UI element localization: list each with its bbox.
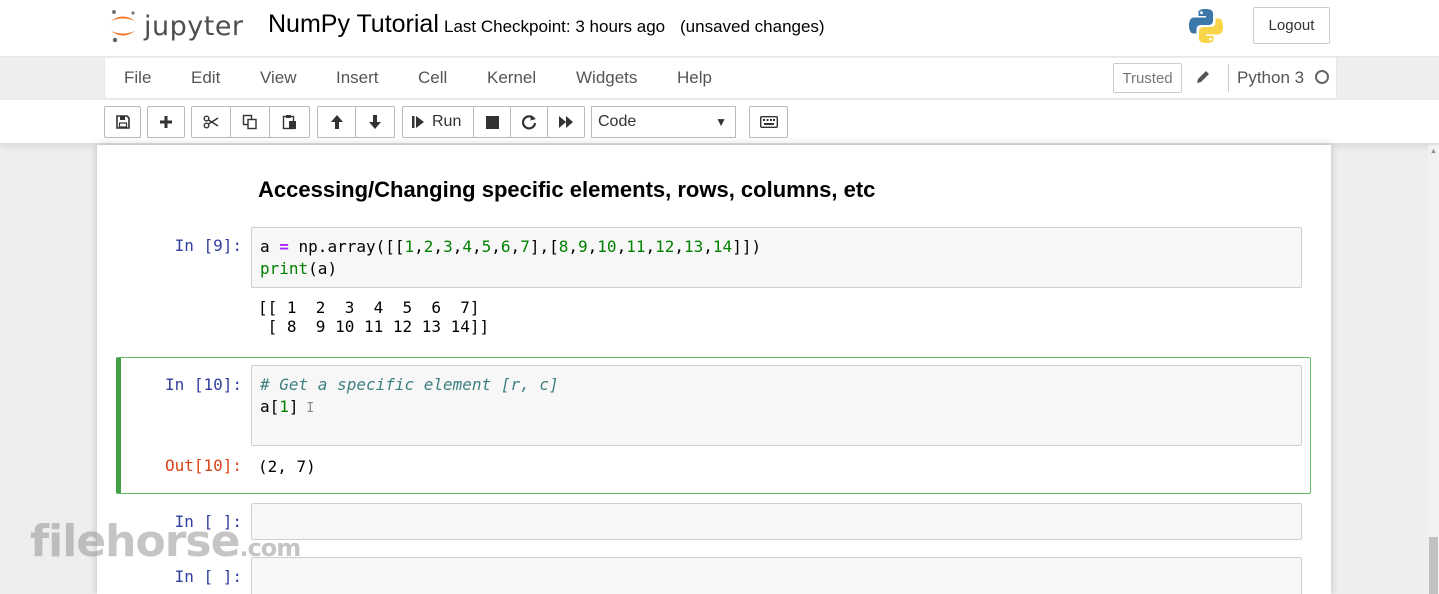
run-icon — [412, 116, 424, 128]
code-input[interactable] — [251, 557, 1302, 594]
divider — [1228, 64, 1229, 92]
copy-icon — [242, 114, 257, 130]
plus-icon — [160, 116, 172, 128]
pencil-icon[interactable] — [1195, 69, 1211, 85]
keyboard-icon — [759, 116, 778, 128]
scrollbar-thumb[interactable] — [1429, 537, 1438, 594]
save-icon — [115, 115, 130, 129]
logo-text: jupyter — [144, 10, 244, 42]
run-button[interactable]: Run — [402, 106, 474, 138]
menu-edit[interactable]: Edit — [191, 68, 220, 88]
code-input[interactable] — [251, 503, 1302, 540]
menu-insert[interactable]: Insert — [336, 68, 379, 88]
command-palette-button[interactable] — [749, 106, 788, 138]
cut-icon — [203, 115, 219, 129]
watermark-suffix: .com — [239, 534, 301, 562]
restart-button[interactable] — [510, 106, 548, 138]
caret-down-icon: ▼ — [715, 115, 727, 129]
input-prompt: In [ ]: — [174, 567, 242, 586]
fast-forward-icon — [559, 116, 573, 128]
move-down-button[interactable] — [355, 106, 395, 138]
trusted-badge[interactable]: Trusted — [1113, 63, 1182, 93]
menu-widgets[interactable]: Widgets — [576, 68, 637, 88]
input-prompt: In [10]: — [164, 375, 242, 394]
arrow-down-icon — [369, 115, 381, 129]
code-line: a[1] I — [260, 397, 315, 416]
run-label: Run — [432, 113, 462, 130]
restart-icon — [521, 115, 537, 130]
header: jupyter NumPy Tutorial Last Checkpoint: … — [0, 0, 1439, 57]
autosave-status: (unsaved changes) — [680, 17, 825, 36]
interrupt-button[interactable] — [473, 106, 511, 138]
stop-icon — [485, 115, 499, 129]
checkpoint-status: Last Checkpoint: 3 hours ago — [444, 17, 666, 36]
menu-file[interactable]: File — [124, 68, 151, 88]
code-comment: # Get a specific element [r, c] — [260, 375, 559, 394]
jupyter-logo-icon — [111, 10, 135, 43]
paste-button[interactable] — [269, 106, 310, 138]
output-prompt: Out[10]: — [164, 456, 242, 475]
python-logo-icon — [1189, 9, 1223, 43]
paste-icon — [282, 115, 296, 130]
code-line: a = np.array([[1,2,3,4,5,6,7],[8,9,10,11… — [260, 237, 762, 256]
cell-output: [[ 1 2 3 4 5 6 7] [ 8 9 10 11 12 13 14]] — [258, 298, 490, 336]
menu-view[interactable]: View — [260, 68, 297, 88]
scroll-up-icon[interactable]: ▲ — [1430, 148, 1437, 155]
copy-button[interactable] — [230, 106, 270, 138]
toolbar: Run Code ▼ — [0, 100, 1439, 144]
move-up-button[interactable] — [317, 106, 356, 138]
watermark: filehorse.com — [30, 516, 301, 567]
cell-type-select[interactable]: Code ▼ — [591, 106, 736, 138]
page-scrollbar[interactable]: ▲ — [1428, 145, 1439, 594]
markdown-heading[interactable]: Accessing/Changing specific elements, ro… — [258, 177, 875, 203]
save-button[interactable] — [104, 106, 141, 138]
code-input[interactable]: a = np.array([[1,2,3,4,5,6,7],[8,9,10,11… — [251, 227, 1302, 288]
code-line: print(a) — [260, 259, 338, 278]
cell-type-value: Code — [598, 113, 637, 130]
cell-output: (2, 7) — [258, 457, 316, 476]
arrow-up-icon — [330, 115, 343, 129]
restart-run-all-button[interactable] — [547, 106, 585, 138]
menubar: File Edit View Insert Cell Kernel Widget… — [104, 58, 1337, 99]
kernel-name[interactable]: Python 3 — [1237, 68, 1304, 88]
menu-help[interactable]: Help — [677, 68, 712, 88]
menu-kernel[interactable]: Kernel — [487, 68, 536, 88]
watermark-text: filehorse — [30, 516, 240, 567]
logout-button[interactable]: Logout — [1253, 7, 1330, 44]
notebook-name[interactable]: NumPy Tutorial — [268, 10, 439, 39]
kernel-idle-indicator-icon — [1315, 70, 1329, 84]
input-prompt: In [9]: — [174, 236, 242, 255]
menu-cell[interactable]: Cell — [418, 68, 447, 88]
insert-cell-button[interactable] — [147, 106, 185, 138]
jupyter-logo[interactable]: jupyter — [108, 7, 244, 45]
code-input[interactable]: # Get a specific element [r, c] a[1] I — [251, 365, 1302, 446]
cut-button[interactable] — [191, 106, 231, 138]
